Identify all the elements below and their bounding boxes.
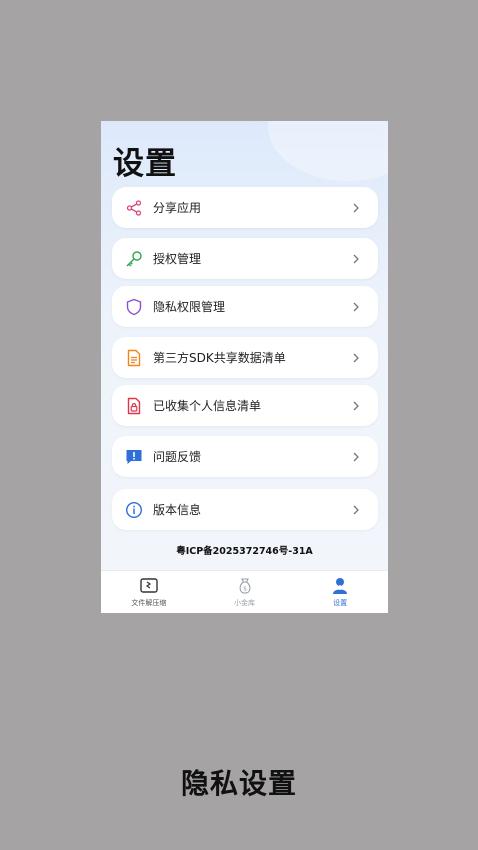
key-icon <box>125 250 143 268</box>
menu-item-privacy-permissions[interactable]: 隐私权限管理 <box>112 286 378 327</box>
menu-item-label: 隐私权限管理 <box>153 300 226 314</box>
chevron-right-icon <box>353 254 359 263</box>
menu-item-authorization[interactable]: 授权管理 <box>112 238 378 279</box>
svg-text:$: $ <box>243 586 247 593</box>
chevron-right-icon <box>353 203 359 212</box>
header-decoration <box>268 121 388 181</box>
page-title: 设置 <box>113 146 177 182</box>
tab-file-unzip[interactable]: 文件解压缩 <box>101 571 197 613</box>
chevron-right-icon <box>353 302 359 311</box>
info-icon <box>125 501 143 519</box>
menu-item-label: 已收集个人信息清单 <box>153 399 262 413</box>
menu-item-feedback[interactable]: 问题反馈 <box>112 436 378 477</box>
share-icon <box>125 199 143 217</box>
bottom-tab-bar: 文件解压缩 $ 小金库 设置 <box>101 570 388 613</box>
icp-license-text[interactable]: 粤ICP备2025372746号-31A <box>101 543 388 557</box>
phone-screen: 设置 分享应用 授权管理 隐私权限管理 第三方SDK共享数据清单 已收集个人信息… <box>101 121 388 613</box>
user-icon <box>330 576 350 596</box>
tab-label: 设置 <box>333 599 348 607</box>
menu-item-label: 版本信息 <box>153 503 202 517</box>
tab-settings[interactable]: 设置 <box>292 571 388 613</box>
menu-item-label: 第三方SDK共享数据清单 <box>153 351 286 365</box>
tab-label: 文件解压缩 <box>131 599 167 607</box>
menu-item-label: 问题反馈 <box>153 450 202 464</box>
chevron-right-icon <box>353 353 359 362</box>
tab-vault[interactable]: $ 小金库 <box>197 571 293 613</box>
menu-item-version-info[interactable]: 版本信息 <box>112 489 378 530</box>
screenshot-caption: 隐私设置 <box>180 767 297 800</box>
feedback-icon <box>125 448 143 466</box>
menu-item-third-party-sdk-list[interactable]: 第三方SDK共享数据清单 <box>112 337 378 378</box>
document-icon <box>125 349 143 367</box>
menu-item-share-app[interactable]: 分享应用 <box>112 187 378 228</box>
chevron-right-icon <box>353 452 359 461</box>
chevron-right-icon <box>353 401 359 410</box>
chevron-right-icon <box>353 505 359 514</box>
menu-item-collected-personal-info[interactable]: 已收集个人信息清单 <box>112 385 378 426</box>
menu-item-label: 分享应用 <box>153 201 202 215</box>
shield-icon <box>125 298 143 316</box>
zip-file-icon <box>139 576 159 596</box>
menu-item-label: 授权管理 <box>153 252 202 266</box>
money-bag-icon: $ <box>235 576 255 596</box>
lock-document-icon <box>125 397 143 415</box>
tab-label: 小金库 <box>234 599 255 607</box>
